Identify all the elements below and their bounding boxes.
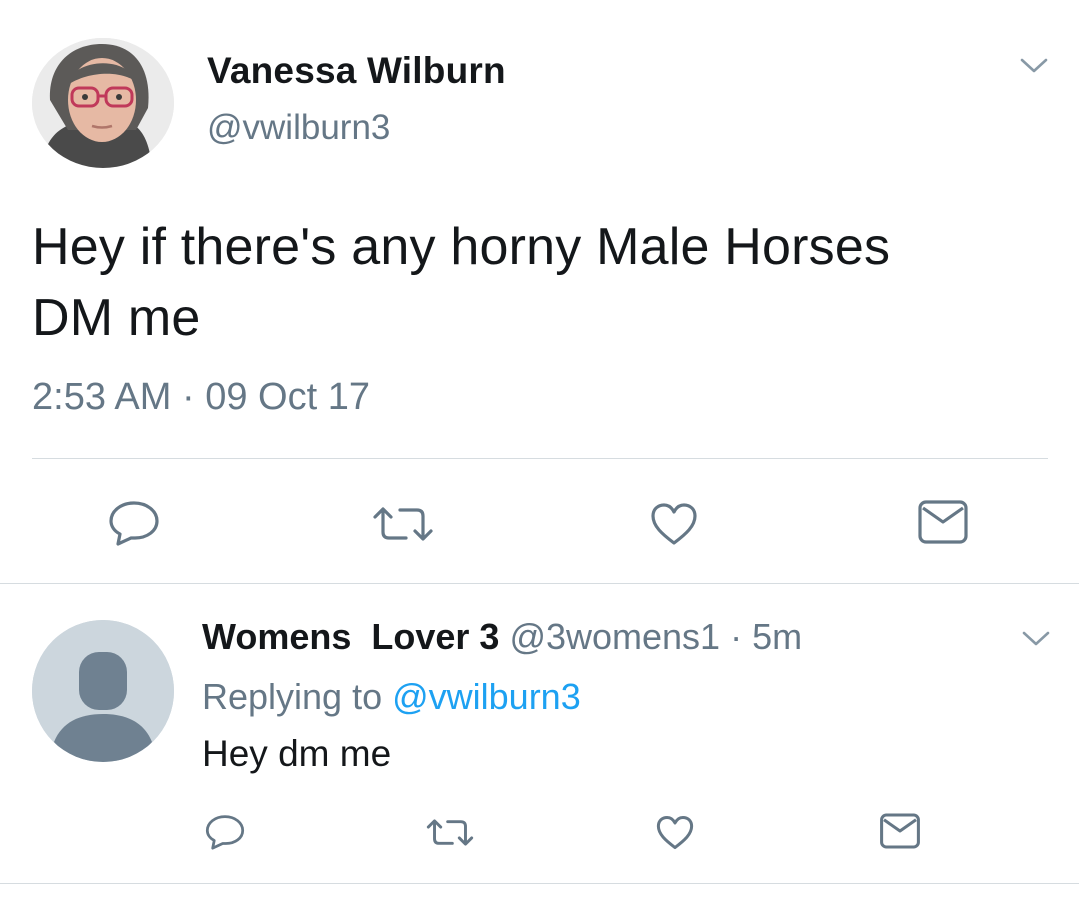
chevron-down-icon[interactable]	[1021, 629, 1051, 649]
retweet-icon[interactable]	[426, 817, 474, 848]
tweet-text-line: DM me	[32, 289, 201, 347]
author-avatar[interactable]	[32, 38, 174, 168]
tweet-timestamp[interactable]: 2:53 AM · 09 Oct 17	[32, 376, 370, 419]
replying-to-label: Replying to	[202, 676, 393, 717]
divider	[0, 883, 1079, 884]
reply-time[interactable]: 5m	[752, 616, 802, 657]
tweet-text: Hey if there's any horny Male Horses DM …	[32, 212, 1032, 354]
reply-author-name[interactable]: Womens Lover 3	[202, 616, 499, 657]
default-avatar-icon	[32, 620, 174, 762]
chevron-down-icon[interactable]	[1019, 56, 1049, 76]
divider	[0, 583, 1079, 584]
retweet-icon[interactable]	[372, 504, 434, 544]
reply-header: Womens Lover 3 @3womens1 · 5m	[202, 616, 802, 658]
reply-author-handle[interactable]: @3womens1	[509, 616, 720, 657]
like-icon[interactable]	[656, 815, 694, 850]
divider	[32, 458, 1048, 459]
tweet-text-line: Hey if there's any horny Male Horses	[32, 218, 891, 276]
message-icon[interactable]	[918, 500, 968, 544]
author-name[interactable]: Vanessa Wilburn	[207, 50, 506, 92]
separator-dot: ·	[730, 616, 743, 657]
like-icon[interactable]	[650, 502, 698, 546]
message-icon[interactable]	[880, 813, 920, 849]
reply-icon[interactable]	[205, 814, 245, 850]
reply-text: Hey dm me	[202, 733, 392, 774]
tweet-thread: Vanessa Wilburn @vwilburn3 Hey if there'…	[0, 0, 1079, 905]
avatar-photo	[32, 38, 174, 168]
replying-to-handle-link[interactable]: @vwilburn3	[392, 676, 581, 717]
replying-to: Replying to @vwilburn3	[202, 676, 581, 718]
author-handle[interactable]: @vwilburn3	[207, 108, 390, 148]
reply-icon[interactable]	[108, 500, 160, 546]
reply-author-avatar[interactable]	[32, 620, 174, 762]
